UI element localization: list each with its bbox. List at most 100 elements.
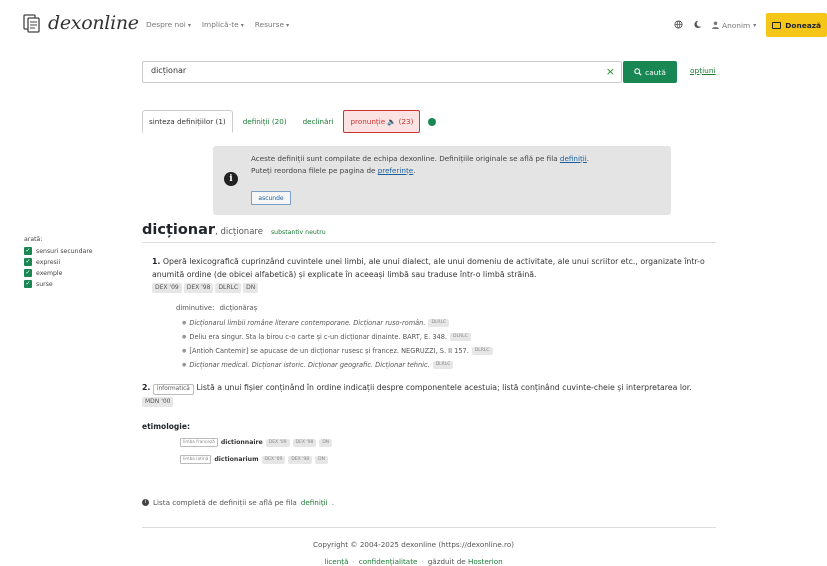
bullet-icon: ●	[182, 348, 187, 354]
option-expressions[interactable]: ✓ expresii	[24, 258, 93, 266]
headword-variant: , dicționare	[215, 227, 263, 237]
info-box: i Aceste definiții sunt compilate de ech…	[213, 146, 671, 215]
etymon: dictionnaire	[220, 439, 263, 446]
bullet-icon: ●	[182, 320, 187, 326]
privacy-link[interactable]: confidențialitate	[359, 557, 418, 566]
source-badge[interactable]: DLRLC	[450, 333, 471, 341]
examples-list: ● Dicționarul limbii române literare cont…	[182, 316, 493, 372]
checkbox-checked-icon: ✓	[24, 258, 32, 266]
logo[interactable]: dexonline	[22, 12, 139, 34]
headword: dicționar	[142, 222, 216, 238]
navbar: dexonline Despre noi ▾ Implică-te ▾ Resurs…	[0, 0, 827, 52]
source-badge[interactable]: DN	[243, 283, 259, 293]
dark-mode-icon[interactable]	[693, 20, 702, 31]
definitions-link[interactable]: definiții	[301, 498, 328, 507]
complete-list-note: i Lista completă de definiții se află pe…	[142, 498, 334, 507]
status-dot-icon[interactable]	[428, 117, 437, 126]
display-options: arată: ✓ sensuri secundare ✓ expresii ✓ exe…	[24, 236, 93, 291]
nav-right: Anonim ▾ Donează	[674, 13, 827, 37]
etymology-row: limba franceză dictionnaire DEX '09 DEX …	[180, 438, 333, 447]
license-link[interactable]: licență	[324, 557, 348, 566]
etymon: dictionarium	[214, 456, 259, 463]
source-badge[interactable]: DLRLC	[428, 319, 450, 327]
source-badge[interactable]: DN	[315, 455, 328, 464]
source-badge[interactable]: DEX '09	[152, 283, 182, 293]
source-badge[interactable]: DN	[319, 438, 333, 447]
option-examples[interactable]: ✓ exemple	[24, 269, 93, 277]
etymology-title: etimologie:	[142, 422, 190, 431]
footer-divider	[142, 527, 716, 528]
clear-icon[interactable]: ×	[606, 65, 615, 78]
chevron-down-icon: ▾	[286, 22, 290, 29]
tab-synthesis[interactable]: sinteza definițiilor (1)	[142, 110, 233, 133]
donate-button[interactable]: Donează	[766, 13, 827, 37]
info-icon: i	[224, 172, 238, 186]
search-button[interactable]: caută	[623, 61, 677, 83]
language-tag: limba franceză	[180, 438, 218, 447]
source-badge[interactable]: DEX '98	[183, 283, 214, 293]
definition-text: Listă a unui fișier conținând în ordine …	[196, 383, 692, 392]
option-sources[interactable]: ✓ surse	[24, 280, 93, 288]
definition-2: 2. informatică Listă a unui fișier conți…	[142, 383, 692, 407]
logo-icon	[22, 12, 42, 34]
chevron-down-icon: ▾	[753, 21, 757, 29]
domain-tag: informatică	[152, 384, 194, 395]
option-secondary-meanings[interactable]: ✓ sensuri secundare	[24, 247, 93, 255]
menu-about[interactable]: Despre noi ▾	[146, 20, 191, 29]
definition-1: 1. Operă lexicografică cuprinzând cuvint…	[152, 257, 705, 293]
list-item: ● Dicționarul limbii române literare cont…	[182, 316, 493, 330]
checkbox-checked-icon: ✓	[24, 280, 32, 288]
source-badge[interactable]: MDN '00	[142, 397, 174, 407]
etymology-row: limba latină dictionarium DEX '09 DEX '9…	[180, 455, 328, 464]
chevron-down-icon: ▾	[187, 22, 191, 29]
entry: dicționar , dicționare substantiv neutru…	[142, 222, 716, 492]
definitions-link[interactable]: definiții	[560, 154, 587, 163]
language-icon[interactable]	[674, 19, 683, 31]
bullet-icon: ●	[182, 362, 187, 368]
main-menu: Despre noi ▾ Implică-te ▾ Resurse ▾	[146, 20, 289, 29]
sidebar-title: arată:	[24, 236, 43, 243]
checkbox-checked-icon: ✓	[24, 269, 32, 277]
tab-declension[interactable]: declinări	[297, 110, 340, 133]
source-badge[interactable]: DLRLC	[215, 283, 242, 293]
source-badge[interactable]: DEX '09	[265, 438, 290, 447]
source-badge[interactable]: DEX '98	[288, 455, 313, 464]
entry-header: dicționar , dicționare substantiv neutru	[142, 222, 716, 243]
copyright: Copyright © 2004-2025 dexonline (https:/…	[312, 540, 515, 549]
search-icon	[634, 68, 642, 76]
hosting-link[interactable]: Hosterion	[468, 557, 503, 566]
chevron-down-icon: ▾	[240, 22, 244, 29]
language-tag: limba latină	[180, 455, 212, 464]
checkbox-checked-icon: ✓	[24, 247, 32, 255]
source-badge[interactable]: DLRLC	[471, 347, 493, 355]
diminutive: dicționăraș	[219, 304, 258, 312]
tab-pronunciation[interactable]: pronunție 🔈 (23)	[343, 110, 421, 133]
diminutive-line: diminutive: dicționăraș	[176, 304, 258, 312]
preferences-link[interactable]: preferințe	[378, 166, 413, 175]
source-badge[interactable]: DLRLC	[432, 361, 454, 369]
user-menu[interactable]: Anonim ▾	[712, 21, 756, 30]
user-icon	[712, 21, 720, 29]
hide-button[interactable]: ascunde	[251, 191, 291, 205]
search-box: ×	[142, 61, 622, 83]
footer-links: licență · confidențialitate · găzduit de Hos…	[324, 557, 503, 566]
info-text: Aceste definiții sunt compilate de echip…	[251, 154, 590, 175]
bullet-icon: ●	[182, 334, 187, 340]
menu-get-involved[interactable]: Implică-te ▾	[202, 20, 244, 29]
part-of-speech[interactable]: substantiv neutru	[271, 229, 326, 236]
source-badge[interactable]: DEX '09	[261, 455, 286, 464]
info-icon: i	[142, 499, 149, 506]
result-tabs: sinteza definițiilor (1) definiții (20) …	[142, 110, 437, 133]
options-link[interactable]: opțiuni	[690, 66, 716, 75]
source-badge[interactable]: DEX '98	[292, 438, 317, 447]
wallet-icon	[772, 21, 782, 29]
user-name: Anonim	[722, 20, 751, 30]
menu-resources[interactable]: Resurse ▾	[255, 20, 289, 29]
tab-definitions[interactable]: definiții (20)	[237, 110, 293, 133]
list-item: ● [Antioh Cantemir] se apucase de un dicț…	[182, 344, 493, 358]
search-input[interactable]	[151, 66, 591, 75]
logo-text: dexonline	[48, 12, 139, 34]
list-item: ● Deliu era singur. Sta la birou c-o cart…	[182, 330, 493, 344]
definition-text: Operă lexicografică cuprinzând cuvintele…	[152, 257, 705, 279]
list-item: ● Dicționar medical. Dicționar istoric. D…	[182, 358, 493, 372]
